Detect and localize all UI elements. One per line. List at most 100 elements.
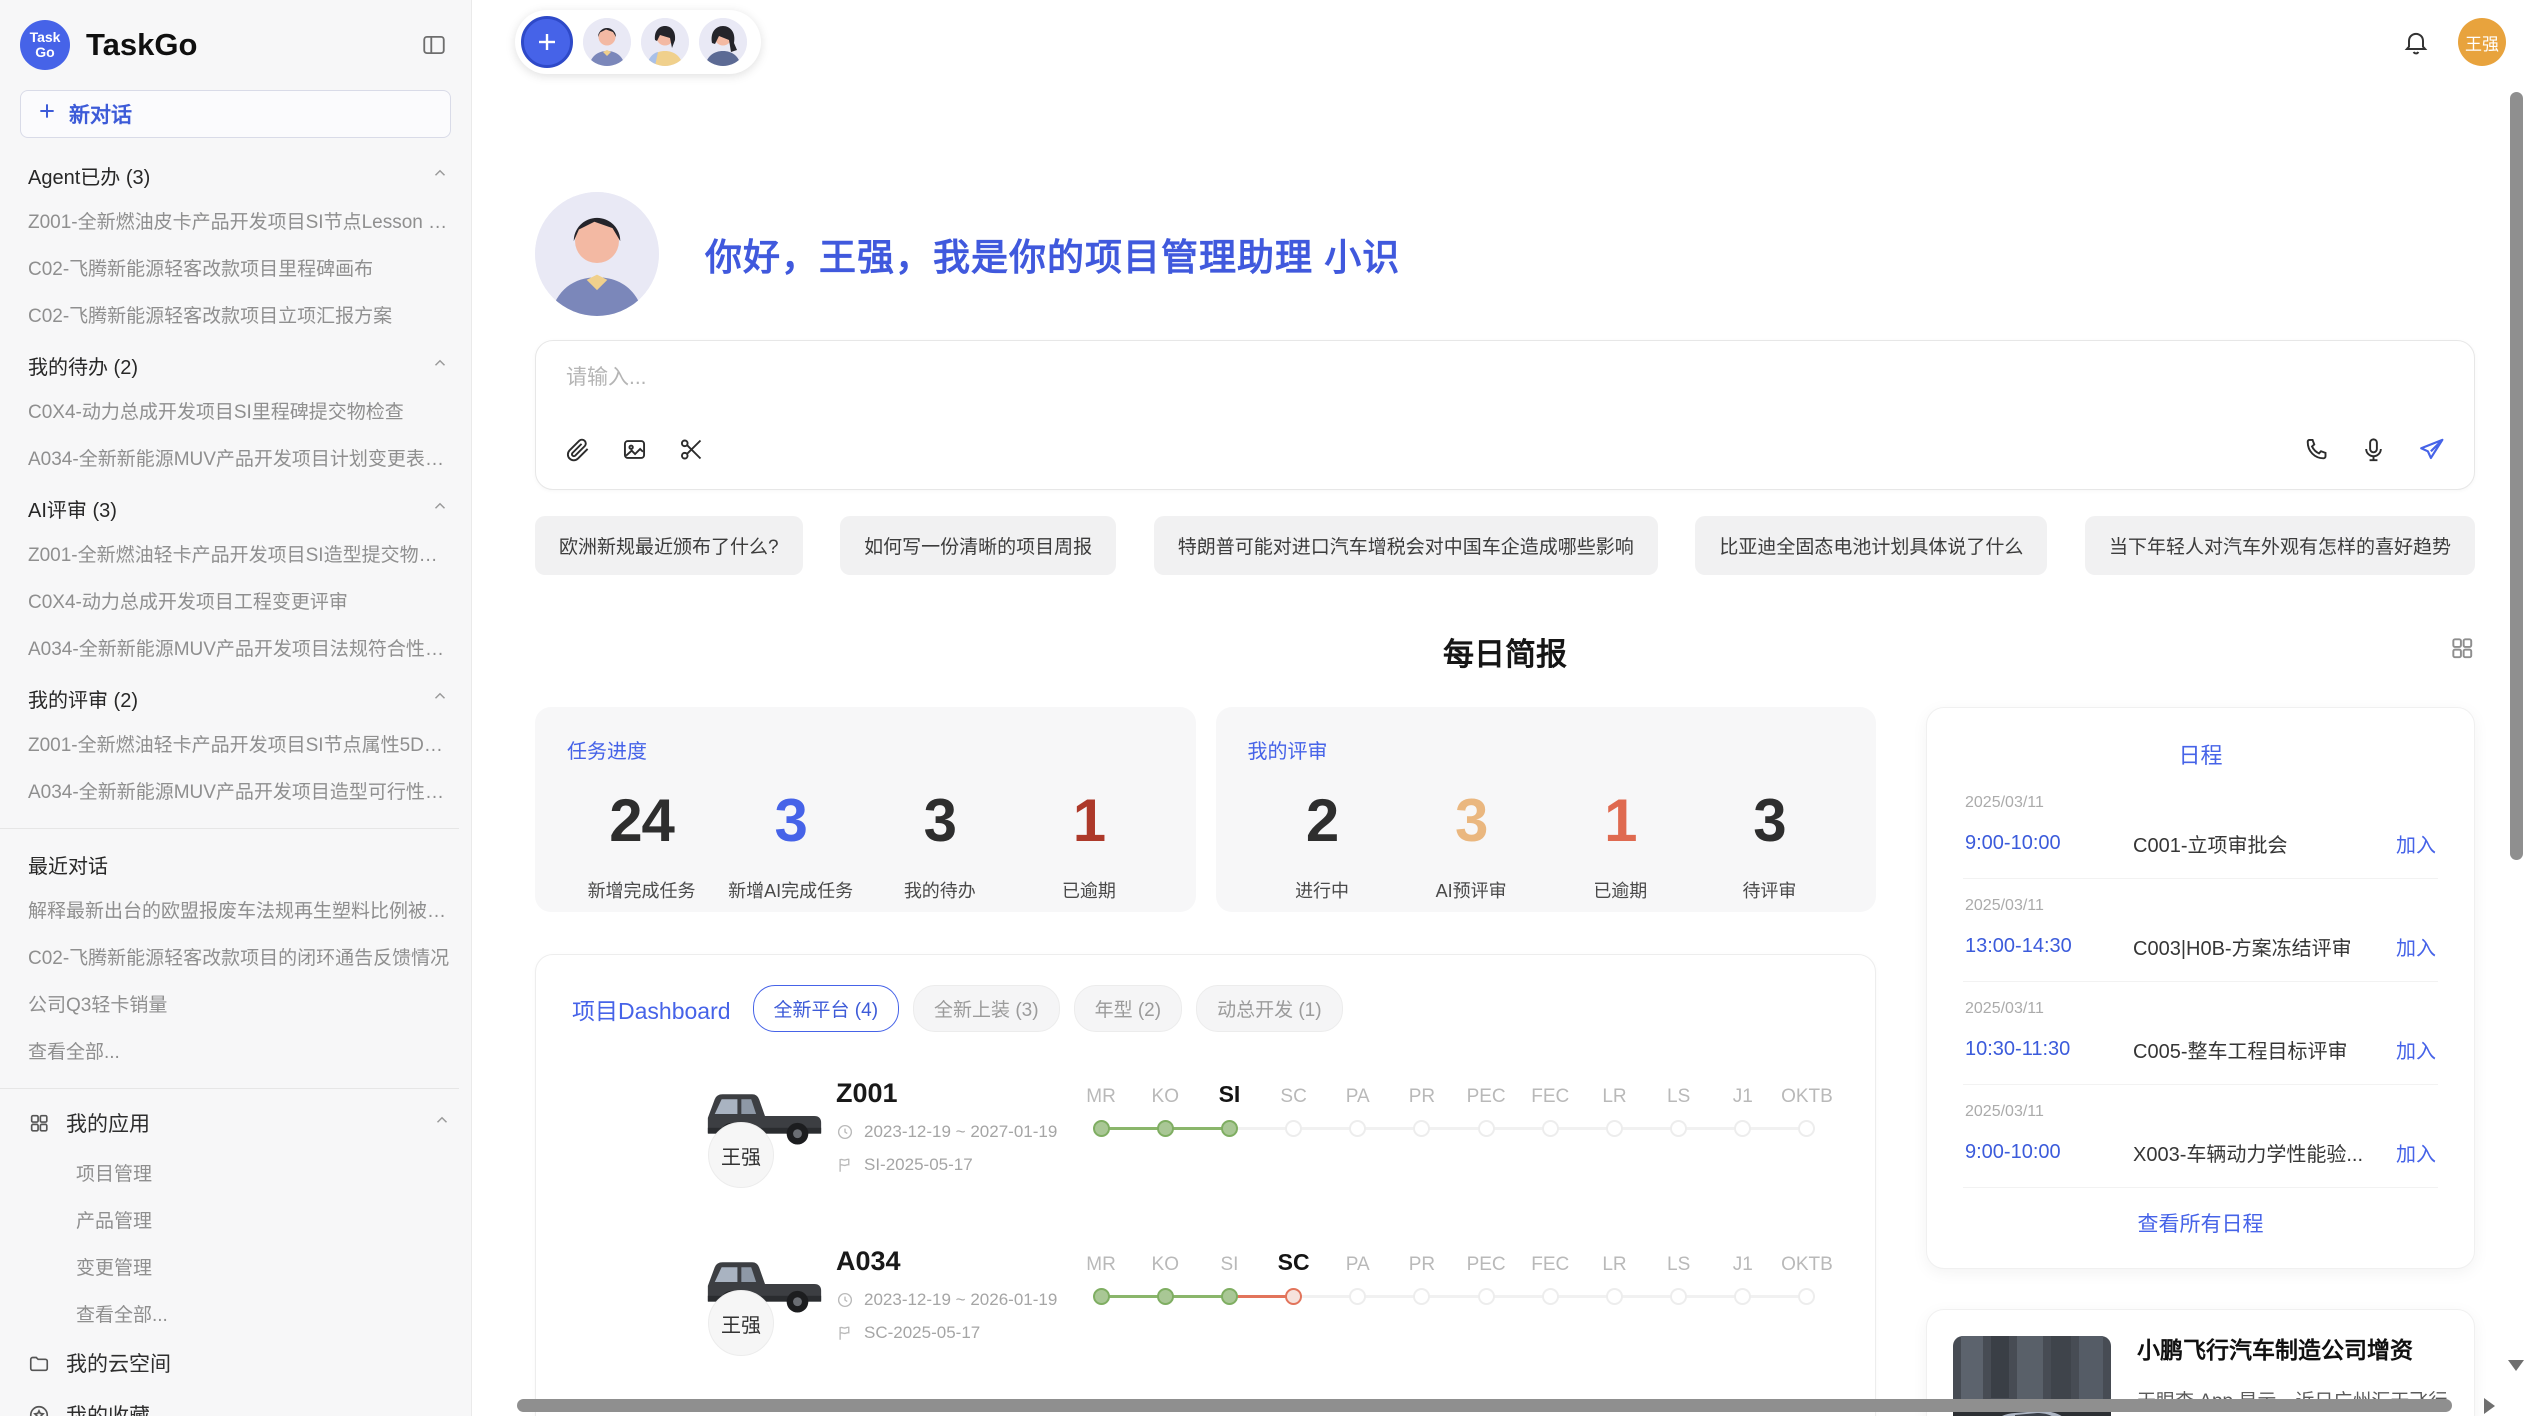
scroll-right-arrow[interactable] bbox=[2484, 1398, 2495, 1414]
topbar-right: 王强 bbox=[2402, 18, 2506, 66]
milestone-dot bbox=[1542, 1120, 1559, 1137]
suggestion-chip[interactable]: 特朗普可能对进口汽车增税会对中国车企造成哪些影响 bbox=[1154, 516, 1658, 575]
list-item[interactable]: 公司Q3轻卡销量 bbox=[20, 980, 459, 1027]
list-item[interactable]: C02-飞腾新能源轻客改款项目立项汇报方案 bbox=[20, 291, 459, 338]
stat: 3 待评审 bbox=[1695, 786, 1844, 903]
suggestion-chip[interactable]: 比亚迪全固态电池计划具体说了什么 bbox=[1695, 516, 2047, 575]
stat: 24 新增完成任务 bbox=[567, 786, 716, 903]
schedule-date: 2025/03/11 bbox=[1965, 897, 2436, 915]
list-item[interactable]: Z001-全新燃油轻卡产品开发项目SI节点属性5D文件评审 bbox=[20, 720, 459, 767]
layout-grid-icon[interactable] bbox=[2449, 635, 2475, 666]
avatar[interactable] bbox=[699, 18, 747, 66]
project-flag: SI-2025-05-17 bbox=[836, 1155, 1069, 1175]
date-range: 2023-12-19 ~ 2027-01-19 bbox=[864, 1122, 1057, 1142]
list-item[interactable]: C0X4-动力总成开发项目工程变更评审 bbox=[20, 577, 459, 624]
list-item[interactable]: A034-全新新能源MUV产品开发项目计划变更表编写 bbox=[20, 434, 459, 481]
add-agent-button[interactable] bbox=[521, 16, 573, 68]
star-badge-icon bbox=[28, 1404, 50, 1416]
stat: 3 我的待办 bbox=[865, 786, 1014, 903]
project-row[interactable]: 王强 Z001 2023-12-19 ~ 2027-01-19 bbox=[572, 1078, 1839, 1200]
section-agent-done[interactable]: Agent已办 (3) bbox=[20, 148, 459, 197]
avatar[interactable] bbox=[583, 18, 631, 66]
milestone-label: OKTB bbox=[1775, 1078, 1839, 1108]
sidebar-item-project-mgmt[interactable]: 项目管理 bbox=[20, 1149, 459, 1196]
project-row[interactable]: 王强 A034 2023-12-19 ~ 2026-01-19 bbox=[572, 1246, 1839, 1368]
tab-model-year[interactable]: 年型 (2) bbox=[1074, 985, 1183, 1032]
view-all-schedule-link[interactable]: 查看所有日程 bbox=[1963, 1208, 2438, 1238]
sidebar-collapse-icon[interactable] bbox=[421, 32, 447, 58]
suggestion-chip[interactable]: 当下年轻人对汽车外观有怎样的喜好趋势 bbox=[2085, 516, 2475, 575]
list-item[interactable]: Z001-全新燃油皮卡产品开发项目SI节点Lesson Learn报告 bbox=[20, 197, 459, 244]
section-ai-review[interactable]: AI评审 (3) bbox=[20, 481, 459, 530]
list-item[interactable]: A034-全新新能源MUV产品开发项目法规符合性评审 bbox=[20, 624, 459, 671]
send-icon[interactable] bbox=[2417, 435, 2446, 469]
image-icon[interactable] bbox=[621, 436, 648, 468]
milestone-dot bbox=[1734, 1288, 1751, 1305]
list-item[interactable]: 解释最新出台的欧盟报废车法规再生塑料比例被调至15%... bbox=[20, 886, 459, 933]
join-link[interactable]: 加入 bbox=[2396, 829, 2436, 858]
milestone-label: SI bbox=[1197, 1246, 1261, 1276]
task-progress-card: 任务进度 24 新增完成任务 3 新增AI完成任务 bbox=[535, 707, 1196, 912]
stat-label: 新增完成任务 bbox=[567, 877, 716, 903]
list-item[interactable]: C02-飞腾新能源轻客改款项目的闭环通告反馈情况 bbox=[20, 933, 459, 980]
sidebar-item-product-mgmt[interactable]: 产品管理 bbox=[20, 1196, 459, 1243]
dashboard-header: 项目Dashboard 全新平台 (4) 全新上装 (3) 年型 (2) 动总开… bbox=[572, 985, 1839, 1032]
tab-powertrain[interactable]: 动总开发 (1) bbox=[1196, 985, 1343, 1032]
scroll-down-arrow[interactable] bbox=[2508, 1360, 2524, 1371]
stat-value: 24 bbox=[567, 786, 716, 855]
milestone-dot bbox=[1478, 1120, 1495, 1137]
milestone-dot bbox=[1798, 1288, 1815, 1305]
join-link[interactable]: 加入 bbox=[2396, 932, 2436, 961]
plus-icon bbox=[37, 101, 57, 127]
suggestion-chip[interactable]: 欧洲新规最近颁布了什么? bbox=[535, 516, 803, 575]
section-my-review[interactable]: 我的评审 (2) bbox=[20, 671, 459, 720]
horizontal-scrollbar-thumb[interactable] bbox=[517, 1399, 2452, 1412]
stat-label: 已逾期 bbox=[1014, 877, 1163, 903]
daily-brief-header: 每日简报 bbox=[535, 629, 2475, 671]
schedule-title: 日程 bbox=[1963, 734, 2438, 776]
user-avatar[interactable]: 王强 bbox=[2458, 18, 2506, 66]
phone-icon[interactable] bbox=[2303, 436, 2330, 468]
view-all-link[interactable]: 查看全部... bbox=[20, 1290, 459, 1337]
sidebar-item-my-apps[interactable]: 我的应用 bbox=[20, 1097, 459, 1149]
schedule-name: C003|H0B-方案冻结评审 bbox=[2133, 932, 2382, 961]
milestone-dot bbox=[1093, 1288, 1110, 1305]
milestone-label: FEC bbox=[1518, 1078, 1582, 1108]
list-item[interactable]: A034-全新新能源MUV产品开发项目造型可行性评审 bbox=[20, 767, 459, 814]
vertical-scrollbar-thumb[interactable] bbox=[2510, 92, 2523, 860]
suggestion-chip[interactable]: 如何写一份清晰的项目周报 bbox=[840, 516, 1116, 575]
view-all-link[interactable]: 查看全部... bbox=[20, 1027, 459, 1074]
milestone-dot bbox=[1670, 1120, 1687, 1137]
chat-input[interactable] bbox=[564, 365, 1885, 391]
sidebar-item-cloud-space[interactable]: 我的云空间 bbox=[20, 1337, 459, 1389]
stat: 1 已逾期 bbox=[1014, 786, 1163, 903]
schedule-card: 日程 2025/03/11 9:00-10:00 C001-立项审批会 加入 2… bbox=[1926, 707, 2475, 1269]
sidebar-item-favorites[interactable]: 我的收藏 bbox=[20, 1389, 459, 1416]
chevron-up-icon bbox=[431, 354, 449, 378]
tab-new-body[interactable]: 全新上装 (3) bbox=[913, 985, 1060, 1032]
paperclip-icon[interactable] bbox=[564, 436, 591, 468]
mic-icon[interactable] bbox=[2360, 436, 2387, 468]
tab-new-platform[interactable]: 全新平台 (4) bbox=[753, 985, 900, 1032]
milestone-dot bbox=[1221, 1120, 1238, 1137]
scissors-icon[interactable] bbox=[678, 436, 705, 468]
milestone-dot bbox=[1606, 1120, 1623, 1137]
section-my-todo[interactable]: 我的待办 (2) bbox=[20, 338, 459, 387]
milestone-dot bbox=[1542, 1288, 1559, 1305]
sidebar-item-change-mgmt[interactable]: 变更管理 bbox=[20, 1243, 459, 1290]
join-link[interactable]: 加入 bbox=[2396, 1035, 2436, 1064]
milestone-label: MR bbox=[1069, 1246, 1133, 1276]
stat-label: 进行中 bbox=[1248, 877, 1397, 903]
daily-brief-title: 每日简报 bbox=[1443, 637, 1567, 672]
list-item[interactable]: Z001-全新燃油轻卡产品开发项目SI造型提交物评审 bbox=[20, 530, 459, 577]
join-link[interactable]: 加入 bbox=[2396, 1138, 2436, 1167]
new-chat-button[interactable]: 新对话 bbox=[20, 90, 451, 138]
bell-icon[interactable] bbox=[2402, 28, 2430, 56]
grid-icon bbox=[28, 1112, 50, 1134]
stats-row: 任务进度 24 新增完成任务 3 新增AI完成任务 bbox=[535, 707, 1876, 912]
avatar[interactable] bbox=[641, 18, 689, 66]
stat-value: 1 bbox=[1546, 786, 1695, 855]
list-item[interactable]: C0X4-动力总成开发项目SI里程碑提交物检查 bbox=[20, 387, 459, 434]
list-item[interactable]: C02-飞腾新能源轻客改款项目里程碑画布 bbox=[20, 244, 459, 291]
stat: 2 进行中 bbox=[1248, 786, 1397, 903]
